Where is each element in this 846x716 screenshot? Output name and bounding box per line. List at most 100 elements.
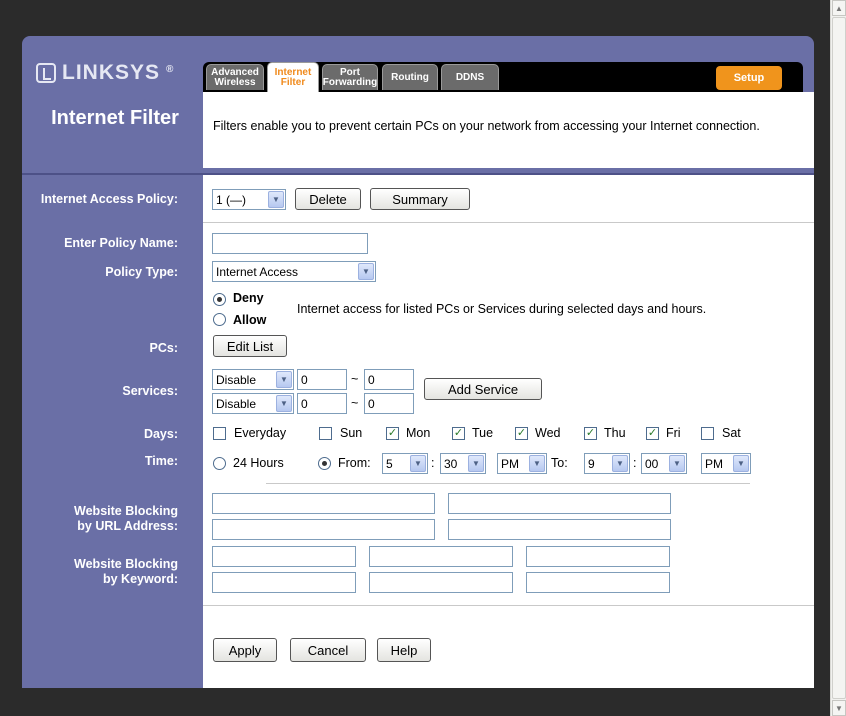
policy-type-select[interactable]: Internet Access ▼ — [212, 261, 376, 282]
policy-type-value: Internet Access — [216, 264, 299, 279]
24-hours-radio[interactable] — [213, 457, 226, 470]
allow-label: Allow — [233, 313, 267, 327]
url-input-1[interactable] — [212, 493, 435, 514]
service-select-1[interactable]: Disable ▼ — [212, 369, 294, 390]
scroll-down-icon[interactable]: ▼ — [832, 700, 846, 716]
service-select-2[interactable]: Disable ▼ — [212, 393, 294, 414]
deny-label: Deny — [233, 291, 264, 305]
url-input-2[interactable] — [448, 493, 671, 514]
tab-routing[interactable]: Routing — [382, 64, 438, 90]
tab-label: Port Forwarding — [322, 66, 378, 88]
chevron-down-icon: ▼ — [268, 191, 284, 208]
service-select-value: Disable — [216, 396, 257, 411]
tab-label: DDNS — [455, 71, 485, 83]
from-radio[interactable] — [318, 457, 331, 470]
to-hour-select[interactable]: 9 ▼ — [584, 453, 630, 474]
tab-label: Advanced Wireless — [211, 66, 259, 88]
tab-ddns[interactable]: DDNS — [441, 64, 499, 90]
vertical-scrollbar[interactable]: ▲ ▼ — [830, 0, 846, 716]
time-colon: : — [431, 456, 435, 470]
delete-button[interactable]: Delete — [295, 188, 361, 210]
keyword-input-3[interactable] — [526, 546, 670, 567]
header-divider-line — [22, 173, 814, 175]
divider — [266, 483, 750, 484]
mon-checkbox[interactable]: ✓ — [386, 427, 399, 440]
tab-label: Routing — [391, 71, 429, 83]
keyword-input-5[interactable] — [369, 572, 513, 593]
day-label: Sat — [722, 426, 741, 440]
chevron-down-icon: ▼ — [612, 455, 628, 472]
divider — [203, 605, 814, 606]
tab-label: Internet Filter — [274, 66, 312, 88]
select-value: 9 — [588, 456, 595, 471]
from-hour-select[interactable]: 5 ▼ — [382, 453, 428, 474]
browser-viewport: LINKSYS ® Advanced Wireless Internet Fil… — [0, 0, 830, 716]
setup-tab[interactable]: Setup — [716, 66, 782, 90]
wed-checkbox[interactable]: ✓ — [515, 427, 528, 440]
everyday-checkbox[interactable] — [213, 427, 226, 440]
mode-note: Internet access for listed PCs or Servic… — [297, 302, 707, 316]
allow-radio[interactable] — [213, 313, 226, 326]
tab-internet-filter[interactable]: Internet Filter — [267, 62, 319, 92]
to-label: To: — [551, 456, 568, 470]
label-policy-name: Enter Policy Name: — [64, 236, 178, 250]
label-policy-type: Policy Type: — [105, 265, 178, 279]
chevron-down-icon: ▼ — [276, 371, 292, 388]
url-input-4[interactable] — [448, 519, 671, 540]
chevron-down-icon: ▼ — [276, 395, 292, 412]
service-from-1[interactable]: 0 — [297, 369, 347, 390]
service-to-1[interactable]: 0 — [364, 369, 414, 390]
service-select-value: Disable — [216, 372, 257, 387]
day-label: Fri — [666, 426, 681, 440]
label-services: Services: — [122, 384, 178, 398]
label-url-block-2: by URL Address: — [77, 519, 178, 533]
divider — [203, 222, 814, 223]
page-title: Internet Filter — [51, 107, 179, 129]
chevron-down-icon: ▼ — [468, 455, 484, 472]
tab-port-forwarding[interactable]: Port Forwarding — [322, 64, 378, 90]
linksys-logo-icon — [36, 63, 56, 83]
url-input-3[interactable] — [212, 519, 435, 540]
deny-radio[interactable] — [213, 293, 226, 306]
add-service-button[interactable]: Add Service — [424, 378, 542, 400]
chevron-down-icon: ▼ — [410, 455, 426, 472]
chevron-down-icon: ▼ — [358, 263, 374, 280]
tab-advanced-wireless[interactable]: Advanced Wireless — [206, 64, 264, 90]
from-ampm-select[interactable]: PM ▼ — [497, 453, 547, 474]
service-from-2[interactable]: 0 — [297, 393, 347, 414]
from-minute-select[interactable]: 30 ▼ — [440, 453, 486, 474]
tab-bar: Advanced Wireless Internet Filter Port F… — [203, 62, 803, 92]
top-strip — [0, 0, 830, 36]
logo-text: LINKSYS — [62, 61, 161, 84]
scrollbar-thumb[interactable] — [832, 17, 846, 699]
24-hours-label: 24 Hours — [233, 456, 284, 470]
chevron-down-icon: ▼ — [669, 455, 685, 472]
cancel-button[interactable]: Cancel — [290, 638, 366, 662]
keyword-input-2[interactable] — [369, 546, 513, 567]
keyword-input-6[interactable] — [526, 572, 670, 593]
day-label: Sun — [340, 426, 363, 440]
policy-select[interactable]: 1 (—) ▼ — [212, 189, 286, 210]
range-separator: ~ — [351, 396, 359, 410]
thu-checkbox[interactable]: ✓ — [584, 427, 597, 440]
to-minute-select[interactable]: 00 ▼ — [641, 453, 687, 474]
sun-checkbox[interactable] — [319, 427, 332, 440]
help-button[interactable]: Help — [377, 638, 431, 662]
summary-button[interactable]: Summary — [370, 188, 470, 210]
from-label: From: — [338, 456, 371, 470]
sat-checkbox[interactable] — [701, 427, 714, 440]
policy-name-input[interactable] — [212, 233, 368, 254]
service-to-2[interactable]: 0 — [364, 393, 414, 414]
keyword-input-1[interactable] — [212, 546, 356, 567]
day-label: Thu — [604, 426, 626, 440]
select-value: 5 — [386, 456, 393, 471]
scroll-up-icon[interactable]: ▲ — [832, 0, 846, 16]
edit-list-button[interactable]: Edit List — [213, 335, 287, 357]
apply-button[interactable]: Apply — [213, 638, 277, 662]
chevron-down-icon: ▼ — [733, 455, 749, 472]
keyword-input-4[interactable] — [212, 572, 356, 593]
to-ampm-select[interactable]: PM ▼ — [701, 453, 751, 474]
fri-checkbox[interactable]: ✓ — [646, 427, 659, 440]
tue-checkbox[interactable]: ✓ — [452, 427, 465, 440]
label-pcs: PCs: — [149, 341, 178, 355]
